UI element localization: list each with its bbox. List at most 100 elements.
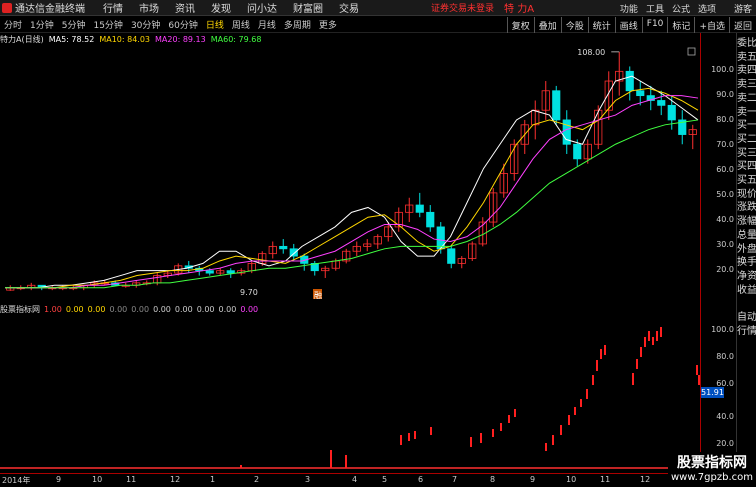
period-15min[interactable]: 15分钟: [89, 18, 126, 31]
candle-body: [625, 70, 634, 92]
indicator-badge: 51.91: [701, 387, 724, 398]
price-tick: 50.0: [716, 190, 734, 199]
side-panel-item[interactable]: 委比: [737, 37, 756, 50]
ma5-value: MA5: 78.52: [48, 34, 95, 44]
date-tick: 6: [418, 475, 424, 484]
side-panel-item[interactable]: 买三: [737, 147, 756, 160]
restore-rights-button[interactable]: 复权: [506, 17, 534, 33]
candle-body: [657, 100, 666, 106]
side-panel-item[interactable]: 行情: [737, 325, 756, 338]
price-tick: 30.0: [716, 240, 734, 249]
indicator-bar: [240, 465, 242, 468]
overlay-button[interactable]: 叠加: [533, 17, 561, 33]
indicator-bar: [640, 347, 642, 357]
indicator-tick: 40.0: [716, 412, 734, 421]
menu-news[interactable]: 资讯: [175, 0, 195, 15]
side-panel-item[interactable]: 卖二: [737, 92, 756, 105]
indicator-bar: [560, 425, 562, 435]
app-logo: [2, 2, 12, 13]
candlestick-chart[interactable]: 108.00 9.70 融: [0, 45, 700, 301]
side-panel-item[interactable]: 卖一: [737, 106, 756, 119]
menu-market-quotes[interactable]: 行情: [103, 0, 123, 15]
side-panel-item[interactable]: 买一: [737, 119, 756, 132]
indicator-bar: [545, 443, 547, 451]
stats-button[interactable]: 统计: [587, 17, 615, 33]
side-panel-item[interactable]: 涨幅: [737, 215, 756, 228]
f10-button[interactable]: F10: [641, 17, 668, 33]
date-tick: 5: [382, 475, 388, 484]
indicator-chart[interactable]: [0, 315, 700, 473]
indicator-header: 股票指标网 1.00 0.00 0.00 0.00 0.00 0.00 0.00…: [0, 303, 716, 315]
side-panel-item[interactable]: 外盘: [737, 243, 756, 256]
indicator-bar: [508, 415, 510, 423]
period-timeshare[interactable]: 分时: [0, 18, 26, 31]
indicator-bar: [345, 455, 347, 468]
back-button[interactable]: 返回: [728, 17, 756, 33]
side-panel-item[interactable]: 买五: [737, 174, 756, 187]
date-tick: 11: [126, 475, 137, 484]
indicator-value-3: 0.00: [87, 304, 106, 314]
price-tick: 80.0: [716, 115, 734, 124]
side-panel-item[interactable]: 收益: [737, 284, 756, 297]
title-bar: 通达信金融终端 行情 市场 资讯 发现 问小达 财富圈 交易 证券交易未登录 特…: [0, 0, 756, 16]
side-panel-item[interactable]: 买二: [737, 133, 756, 146]
date-tick: 10: [566, 475, 577, 484]
side-panel-item[interactable]: 买四: [737, 160, 756, 173]
menu-tools[interactable]: 工具: [646, 2, 664, 15]
add-watchlist-button[interactable]: +自选: [694, 17, 729, 33]
indicator-bar: [514, 409, 516, 417]
side-panel-item[interactable]: 涨跌: [737, 201, 756, 214]
period-more[interactable]: 更多: [315, 18, 341, 31]
period-30min[interactable]: 30分钟: [127, 18, 164, 31]
candle-body: [226, 270, 235, 274]
side-panel-item[interactable]: 换手: [737, 256, 756, 269]
candle-body: [415, 204, 424, 213]
login-alert[interactable]: 证券交易未登录: [431, 1, 494, 14]
side-panel-item[interactable]: 卖三: [737, 78, 756, 91]
indicator-bar: [500, 423, 502, 431]
menu-ask[interactable]: 问小达: [247, 0, 277, 15]
period-5min[interactable]: 5分钟: [58, 18, 90, 31]
indicator-bar: [636, 359, 638, 369]
period-monthly[interactable]: 月线: [254, 18, 280, 31]
mark-button[interactable]: 标记: [667, 17, 694, 33]
watermark-url: www.7gpzb.com: [671, 472, 753, 483]
menu-functions[interactable]: 功能: [620, 2, 638, 15]
ma60-value: MA60: 79.68: [210, 34, 262, 44]
menu-trade[interactable]: 交易: [339, 0, 359, 15]
date-tick: 10: [92, 475, 103, 484]
side-panel-item[interactable]: 卖五: [737, 51, 756, 64]
period-multi[interactable]: 多周期: [280, 18, 315, 31]
indicator-bar: [596, 360, 598, 371]
side-panel-item[interactable]: 净资: [737, 270, 756, 283]
side-panel-item[interactable]: 自动: [737, 311, 756, 324]
menu-discover[interactable]: 发现: [211, 0, 231, 15]
side-panel-item[interactable]: 总量: [737, 229, 756, 242]
period-daily[interactable]: 日线: [202, 18, 228, 31]
indicator-value-4: 0.00: [109, 304, 128, 314]
menu-options[interactable]: 选项: [698, 2, 716, 15]
indicator-value-7: 0.00: [174, 304, 193, 314]
indicator-bar: [648, 331, 650, 341]
period-60min[interactable]: 60分钟: [164, 18, 201, 31]
guest-user[interactable]: 游客: [734, 2, 752, 15]
period-1min[interactable]: 1分钟: [26, 18, 58, 31]
date-tick: 4: [352, 475, 358, 484]
side-panel-item[interactable]: 现价: [737, 188, 756, 201]
date-tick: 3: [305, 475, 311, 484]
candle-body: [279, 245, 288, 250]
indicator-bar: [574, 407, 576, 415]
ma-line-ma60: [5, 119, 699, 289]
side-panel-item[interactable]: 卖四: [737, 64, 756, 77]
period-weekly[interactable]: 周线: [228, 18, 254, 31]
price-tick: 100.0: [711, 65, 734, 74]
menu-market[interactable]: 市场: [139, 0, 159, 15]
menu-formula[interactable]: 公式: [672, 2, 690, 15]
date-tick: 7: [452, 475, 458, 484]
title-right-menu: 功能 工具 公式 选项 游客: [612, 0, 752, 16]
price-tick: 60.0: [716, 165, 734, 174]
date-tick: 9: [56, 475, 62, 484]
draw-line-button[interactable]: 画线: [614, 17, 642, 33]
menu-wealth[interactable]: 财富圈: [293, 0, 323, 15]
today-button[interactable]: 今股: [560, 17, 588, 33]
